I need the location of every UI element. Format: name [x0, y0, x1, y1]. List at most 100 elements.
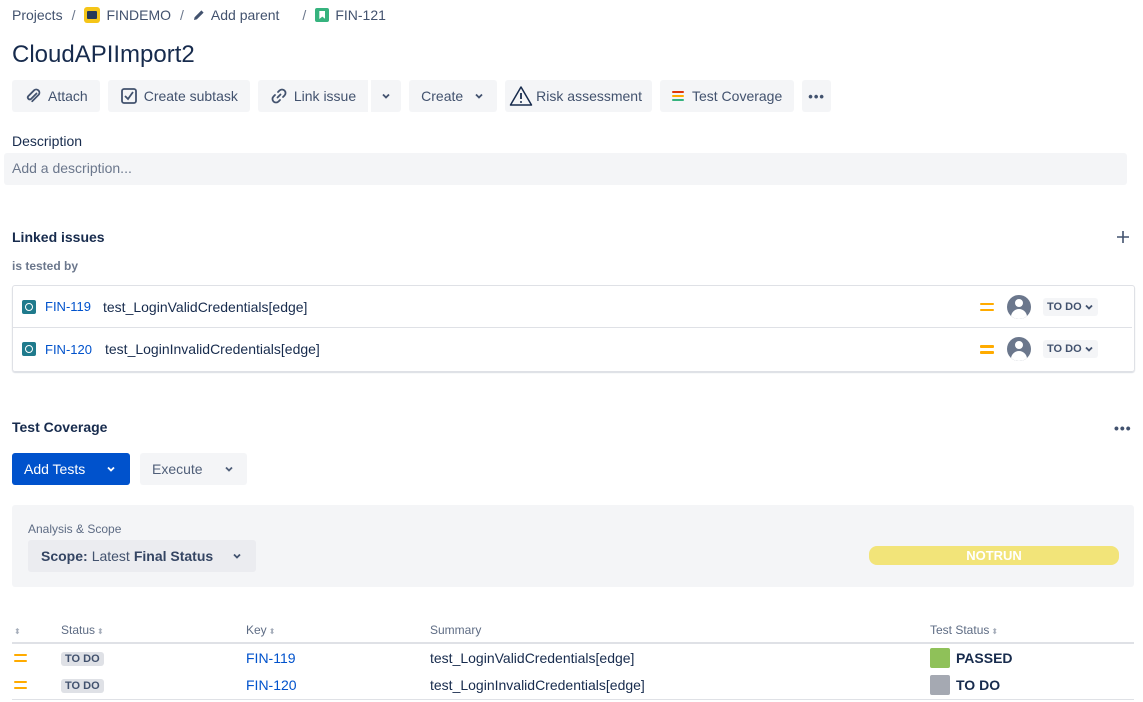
description-label: Description [12, 133, 83, 149]
linked-issue-summary[interactable]: test_LoginValidCredentials[edge] [103, 299, 307, 315]
create-subtask-label: Create subtask [143, 88, 238, 104]
add-linked-issue-icon[interactable] [1114, 228, 1132, 246]
test-coverage-table: ⬍ Status ⬍ Key ⬍ Summary Test Status ⬍ TO D… [12, 618, 1134, 700]
overall-status-bar: NOTRUN [869, 546, 1119, 565]
test-status-color-swatch [930, 674, 950, 695]
linked-issue-key[interactable]: FIN-120 [45, 342, 92, 357]
test-issue-icon [22, 342, 36, 356]
risk-assessment-button[interactable]: Risk assessment [505, 80, 652, 112]
test-status-column-header[interactable]: Test Status ⬍ [930, 618, 1134, 644]
link-icon [271, 88, 287, 104]
create-subtask-button[interactable]: Create subtask [107, 80, 250, 112]
test-coverage-heading: Test Coverage [12, 419, 108, 435]
sort-icon: ⬍ [268, 627, 276, 636]
more-icon: ••• [808, 88, 825, 104]
attach-label: Attach [48, 88, 88, 104]
more-actions-button[interactable]: ••• [802, 80, 831, 112]
status-badge: TO DO [61, 679, 104, 694]
chevron-down-icon [1085, 346, 1093, 352]
risk-assessment-label: Risk assessment [536, 88, 642, 104]
test-summary: test_LoginInvalidCredentials[edge] [430, 676, 645, 693]
status-dropdown[interactable]: TO DO [1043, 340, 1098, 358]
breadcrumb-projects-label: Projects [12, 7, 63, 23]
create-button[interactable]: Create [409, 80, 498, 112]
add-tests-label: Add Tests [24, 461, 86, 477]
table-header-row: ⬍ Status ⬍ Key ⬍ Summary Test Status ⬍ [12, 618, 1134, 644]
chevron-down-icon [224, 466, 233, 472]
linked-issues-heading: Linked issues [12, 229, 105, 245]
assignee-avatar[interactable] [1007, 294, 1031, 319]
add-parent-button[interactable]: Add parent [193, 7, 280, 23]
medium-priority-icon [980, 344, 994, 354]
sort-icon: ⬍ [991, 627, 999, 636]
linked-issue-summary[interactable]: test_LoginInvalidCredentials[edge] [105, 341, 320, 357]
link-issue-dropdown-button[interactable] [370, 80, 402, 112]
test-status-label: TO DO [956, 676, 1001, 693]
breadcrumb-separator: / [302, 7, 307, 23]
project-icon [84, 7, 101, 23]
status-dropdown[interactable]: TO DO [1043, 297, 1098, 316]
status-column-header[interactable]: Status ⬍ [61, 618, 246, 644]
execute-button[interactable]: Execute [140, 453, 247, 485]
medium-priority-icon [980, 302, 994, 312]
analysis-scope-title: Analysis & Scope [28, 522, 122, 536]
link-issue-label: Link issue [293, 88, 357, 104]
status-column-label: Status [61, 623, 96, 637]
linked-issue-row[interactable]: FIN-120 test_LoginInvalidCredentials[edg… [13, 328, 1134, 370]
scope-label: Scope: [41, 548, 88, 564]
chevron-down-icon [382, 93, 390, 99]
link-issue-button[interactable]: Link issue [257, 80, 369, 112]
linked-issue-key[interactable]: FIN-119 [45, 299, 91, 314]
key-column-header[interactable]: Key ⬍ [246, 618, 430, 644]
sort-icon: ⬍ [14, 627, 21, 636]
status-badge: TO DO [61, 652, 104, 666]
test-status-color-swatch [930, 647, 950, 668]
add-parent-label: Add parent [210, 7, 280, 23]
breadcrumb-projects-link[interactable]: Projects [12, 7, 63, 23]
test-coverage-button[interactable]: Test Coverage [659, 80, 795, 112]
test-status: PASSED [930, 647, 1134, 668]
attach-button[interactable]: Attach [12, 80, 100, 112]
breadcrumb-separator: / [180, 7, 184, 23]
assignee-avatar[interactable] [1007, 337, 1031, 361]
breadcrumb-separator: / [71, 7, 76, 23]
priority-column-header[interactable]: ⬍ [12, 618, 61, 644]
add-tests-button[interactable]: Add Tests [12, 453, 130, 485]
linked-issue-row[interactable]: FIN-119 test_LoginValidCredentials[edge]… [13, 286, 1132, 328]
chevron-down-icon [475, 93, 483, 99]
breadcrumb-project-label: FINDEMO [106, 7, 172, 23]
test-coverage-label: Test Coverage [691, 88, 783, 104]
chevron-down-icon [1085, 304, 1093, 310]
create-label: Create [421, 88, 464, 104]
table-row[interactable]: TO DO FIN-120 test_LoginInvalidCredentia… [12, 671, 1134, 700]
description-field[interactable]: Add a description... [4, 153, 1127, 185]
test-issue-icon [22, 299, 36, 314]
breadcrumb-project-link[interactable]: FINDEMO [84, 7, 171, 23]
summary-column-header: Summary [430, 618, 930, 644]
medium-priority-icon [14, 680, 27, 690]
analysis-scope-panel: Analysis & Scope Scope: Latest Final Sta… [12, 505, 1134, 587]
test-status-column-label: Test Status [930, 623, 990, 637]
test-status: TO DO [930, 674, 1134, 695]
table-row[interactable]: TO DO FIN-119 test_LoginValidCredentials… [12, 643, 1134, 671]
status-label: TO DO [1047, 300, 1082, 313]
issue-title[interactable]: CloudAPIImport2 [12, 41, 195, 69]
key-column-label: Key [246, 623, 267, 637]
issue-toolbar: Attach Create subtask Link issue Create … [12, 80, 831, 112]
scope-dropdown[interactable]: Scope: Latest Final Status [28, 540, 256, 572]
story-icon [315, 8, 330, 22]
test-key-link[interactable]: FIN-119 [246, 650, 296, 666]
breadcrumb-issue-link[interactable]: FIN-121 [315, 7, 386, 23]
test-key-link[interactable]: FIN-120 [246, 677, 297, 693]
link-relation-label: is tested by [12, 259, 79, 273]
chevron-down-icon [107, 466, 115, 472]
test-coverage-more-button[interactable]: ••• [1114, 420, 1132, 436]
medium-priority-icon [14, 653, 27, 663]
pencil-icon [193, 10, 204, 20]
sort-icon: ⬍ [97, 627, 104, 636]
scope-value-prefix: Latest [91, 548, 130, 564]
linked-issues-list: FIN-119 test_LoginValidCredentials[edge]… [12, 285, 1135, 372]
subtask-icon [120, 88, 137, 104]
summary-column-label: Summary [430, 623, 482, 637]
paperclip-icon [26, 88, 41, 103]
